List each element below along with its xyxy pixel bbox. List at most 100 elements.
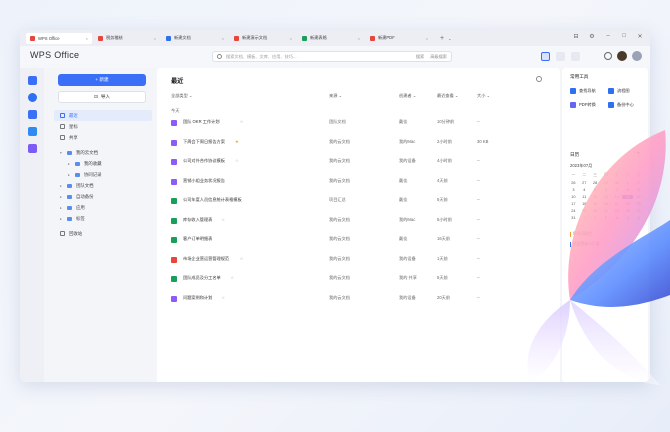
next-month-button[interactable]: › [639, 163, 640, 168]
calendar-day[interactable]: 20 [601, 202, 612, 206]
calendar-day[interactable]: 27 [601, 209, 612, 213]
minimize-button[interactable]: – [604, 33, 612, 40]
file-name[interactable]: 库存收入管理表 [183, 217, 212, 223]
calendar-day[interactable]: 25 [579, 209, 590, 213]
calendar-day[interactable]: 15 [622, 195, 634, 199]
sidebar-item-3[interactable]: ▾ 我的云文档 [54, 147, 152, 158]
table-row[interactable]: 市场企业营运营管理规范 ☆ 我的云文档 我的设备 1天前 -- [171, 256, 551, 265]
star-icon[interactable]: ☆ [235, 158, 239, 163]
tab-4[interactable]: 新建表格 × [298, 33, 364, 44]
calendar-day[interactable]: 24 [568, 209, 579, 213]
calendar-day[interactable]: 3 [601, 216, 612, 220]
calendar-day[interactable]: 18 [579, 202, 590, 206]
file-name[interactable]: 客户订单明细表 [183, 236, 212, 242]
calendar-day[interactable]: 30 [633, 209, 644, 213]
sidebar-item-1[interactable]: 星标 [54, 121, 152, 132]
search-input[interactable]: 搜索文档、模板、文库、应用、技巧... 搜索 高级搜索 [212, 51, 452, 62]
import-button[interactable]: ⊡ 导入 [58, 91, 146, 103]
expand-icon[interactable]: ▸ [60, 184, 64, 188]
sidebar-item-0[interactable]: 最近 [54, 110, 152, 121]
calendar-day[interactable]: 3 [568, 188, 579, 192]
close-tab-icon[interactable]: × [86, 36, 88, 41]
close-tab-icon[interactable]: × [154, 36, 156, 41]
prev-month-button[interactable]: ‹ [631, 163, 632, 168]
account-icon[interactable] [632, 51, 642, 61]
table-row[interactable]: 客户订单明细表 我的云文档 戴佳 16天前 -- [171, 236, 551, 245]
calendar-day[interactable]: 29 [622, 209, 633, 213]
file-name[interactable]: 问题案例和计划 [183, 295, 212, 301]
calendar-day[interactable]: 28 [590, 181, 601, 185]
expand-icon[interactable]: ▾ [60, 151, 64, 155]
file-name[interactable]: 公司年度人员信息统计表格模板 [183, 197, 242, 203]
tab-0[interactable]: WPS Office × [26, 32, 92, 44]
calendar-day[interactable]: 14 [611, 195, 622, 199]
calendar-day[interactable]: 17 [568, 202, 579, 206]
column-creator[interactable]: 创建者 ⌄ [399, 93, 416, 99]
apps-icon[interactable] [27, 144, 37, 153]
table-row[interactable]: 下周会下周日报告方案 ★ 我的云文档 我的Mac 2小时前 30 KB [171, 139, 551, 148]
star-icon[interactable]: ☆ [230, 275, 234, 280]
new-button[interactable]: + 新建 [58, 74, 146, 86]
calendar-day[interactable]: 8 [622, 188, 633, 192]
sidebar-item-7[interactable]: ▸ 自动备份 [54, 191, 152, 202]
calendar-day[interactable]: 4 [579, 188, 590, 192]
settings-icon[interactable] [536, 76, 542, 82]
calendar-day[interactable]: 5 [622, 216, 633, 220]
calendar-day[interactable]: 29 [601, 181, 612, 185]
table-row[interactable]: 营销小组业务状况报告 我的云文档 戴佳 4天前 -- [171, 178, 551, 187]
screen-icon[interactable]: ⊟ [572, 33, 580, 40]
calendar-day[interactable]: 10 [568, 195, 579, 199]
docs-icon[interactable] [27, 110, 37, 119]
calendar-day[interactable]: 12 [590, 195, 601, 199]
calendar-day[interactable]: 5 [590, 188, 601, 192]
tab-5[interactable]: 新建PDF × [366, 33, 432, 44]
table-row[interactable]: 公司年度人员信息统计表格模板 项目汇总 戴佳 5天前 -- [171, 197, 551, 206]
file-name[interactable]: 团队成员及分工名单 [183, 275, 221, 281]
expand-icon[interactable]: ▸ [60, 217, 64, 221]
calendar-day[interactable]: 4 [611, 216, 622, 220]
calendar-day[interactable]: 19 [590, 202, 601, 206]
calendar-day[interactable]: 27 [579, 181, 590, 185]
table-row[interactable]: 团队 OKR 工作计划 ☆ 团队文档 戴佳 10分钟前 -- [171, 119, 551, 128]
home-icon[interactable] [27, 76, 37, 85]
calendar-day[interactable]: 2 [590, 216, 601, 220]
table-row[interactable]: 问题案例和计划 ☆ 我的云文档 我的设备 20天前 -- [171, 295, 551, 304]
file-name[interactable]: 下周会下周日报告方案 [183, 139, 225, 145]
calendar-day[interactable]: 28 [611, 209, 622, 213]
file-name[interactable]: 市场企业营运营管理规范 [183, 256, 229, 262]
tab-2[interactable]: 新建文档 × [162, 33, 228, 44]
sidebar-item-4[interactable]: ▸ 我的收藏 [54, 158, 152, 169]
calendar-day[interactable]: 1 [579, 216, 590, 220]
calendar-day[interactable]: 2 [633, 181, 644, 185]
share-icon[interactable] [556, 52, 565, 61]
cloud-icon[interactable] [27, 93, 37, 102]
calendar-day[interactable]: 7 [611, 188, 622, 192]
close-tab-icon[interactable]: × [290, 36, 292, 41]
calendar-day[interactable]: 26 [568, 181, 579, 185]
calendar-day[interactable]: 16 [633, 195, 644, 199]
calendar-day[interactable]: 22 [622, 202, 633, 206]
file-name[interactable]: 团队 OKR 工作计划 [183, 119, 220, 125]
table-row[interactable]: 公司对外合作协议模板 ☆ 我的云文档 我的设备 4小时前 -- [171, 158, 551, 167]
star-icon[interactable]: ☆ [240, 256, 244, 261]
calendar-event[interactable]: 早餐回顾会 [570, 232, 592, 237]
tool-item-3[interactable]: 备份中心 [608, 102, 634, 108]
calendar-day[interactable]: 31 [568, 216, 579, 220]
tab-3[interactable]: 新建演示文档 × [230, 33, 296, 44]
column-type-filter[interactable]: 全部类型 ⌄ [171, 93, 192, 99]
sidebar-item-8[interactable]: ▸ 应用 [54, 202, 152, 213]
column-source[interactable]: 来源 ⌄ [329, 93, 342, 99]
calendar-day[interactable]: 26 [590, 209, 601, 213]
tab-1[interactable]: 税务稽核 × [94, 33, 160, 44]
tool-item-2[interactable]: PDF转换 [570, 102, 596, 108]
calendar-day[interactable]: 6 [633, 216, 644, 220]
expand-icon[interactable]: ▸ [68, 173, 72, 177]
calendar-day[interactable]: 30 [611, 181, 622, 185]
advanced-search-link[interactable]: 高级搜索 [430, 54, 447, 60]
column-time[interactable]: 最近查看 ⌄ [437, 93, 458, 99]
expand-icon[interactable]: ▸ [60, 206, 64, 210]
avatar[interactable] [617, 51, 627, 61]
expand-icon[interactable]: ▸ [68, 162, 72, 166]
star-icon[interactable]: ☆ [221, 217, 225, 222]
sidebar-item-6[interactable]: ▸ 团队文档 [54, 180, 152, 191]
